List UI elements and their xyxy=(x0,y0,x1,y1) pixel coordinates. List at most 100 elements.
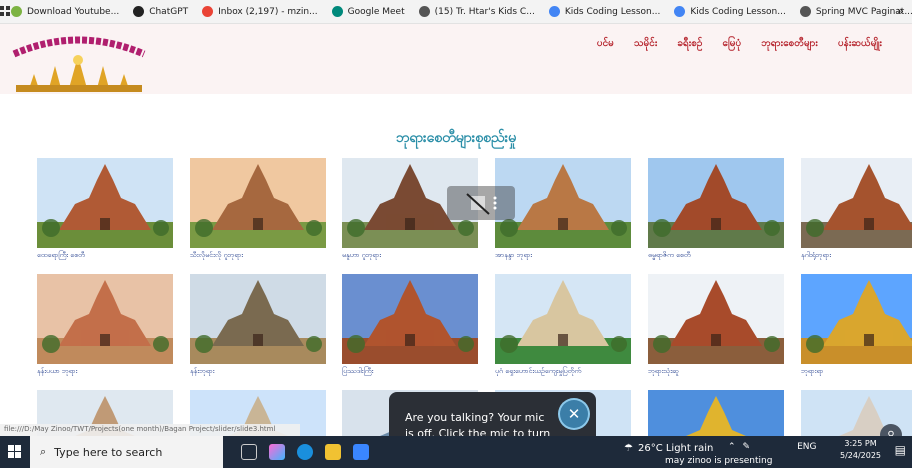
pagoda-card[interactable]: ထေရောကြီး စေတီ xyxy=(37,158,173,261)
time: 3:25 PM xyxy=(844,439,877,448)
nav-link[interactable]: သမိုင်း xyxy=(634,36,657,51)
store-icon[interactable] xyxy=(353,444,369,460)
rain-cloud-icon: ☂ xyxy=(624,443,633,454)
bookmark-item[interactable]: Download Youtube... xyxy=(11,6,119,17)
windows-icon xyxy=(8,445,21,458)
video-overlay[interactable] xyxy=(447,186,515,220)
copilot-icon[interactable] xyxy=(269,444,285,460)
globe-icon xyxy=(418,6,430,17)
pagoda-photo[interactable] xyxy=(648,158,784,248)
pagoda-caption[interactable]: ဘုရားရာ xyxy=(801,367,912,377)
bookmark-item[interactable]: ChatGPT xyxy=(133,6,188,17)
apps-grid-icon[interactable] xyxy=(0,6,11,17)
pagoda-caption[interactable]: ဓမ္မရာဇိက စေတီ xyxy=(648,251,784,261)
pagoda-card[interactable]: ဘုရားသုံးဆူ xyxy=(648,274,784,377)
system-tray: ⌃ ✎ ENG xyxy=(728,442,817,452)
pagoda-caption[interactable]: နဂါးရုံဘုရား xyxy=(801,251,912,261)
drive-icon xyxy=(674,6,686,17)
gmail-icon xyxy=(202,6,214,17)
weather-widget[interactable]: ☂ 26°C Light rain xyxy=(624,443,713,454)
bookmarks-bar: Download Youtube... ChatGPT Inbox (2,197) … xyxy=(0,0,912,24)
taskbar: ⌕ Type here to search xyxy=(0,436,912,468)
bookmark-label: ChatGPT xyxy=(149,6,189,17)
pagoda-photo[interactable] xyxy=(37,158,173,248)
bookmark-label: (15) Tr. Htar's Kids C... xyxy=(434,6,535,17)
bookmark-item[interactable]: Google Meet xyxy=(331,6,405,17)
main-nav: ပင်မ သမိုင်း ခရီးစဉ် မြေပုံ ဘုရားစေတီများ ပန်… xyxy=(597,36,882,51)
pagoda-photo[interactable] xyxy=(801,158,912,248)
bookmark-item[interactable]: (15) Tr. Htar's Kids C... xyxy=(418,6,535,17)
pagoda-photo[interactable] xyxy=(495,274,631,364)
search-placeholder: Type here to search xyxy=(54,445,163,459)
edge-icon[interactable] xyxy=(297,444,313,460)
nav-link[interactable]: ခရီးစဉ် xyxy=(677,36,702,51)
pagoda-card[interactable]: ဓမ္မရာဇိက စေတီ xyxy=(648,158,784,261)
google-meet-icon xyxy=(331,6,343,17)
clock[interactable]: 3:25 PM 5/24/2025 xyxy=(840,438,881,462)
start-button[interactable] xyxy=(0,436,30,468)
pagoda-caption[interactable]: မနူဟာ ဂူဘုရား xyxy=(342,251,478,261)
pagoda-caption[interactable]: ပုဂံ ရှေးဟောင်းယဉ်ကျေးမှုပြတိုက် xyxy=(495,367,631,377)
notification-icon[interactable]: ▤ xyxy=(895,443,906,457)
pagoda-card[interactable]: သီးလိုမင်းလို ဂူဘုရား xyxy=(190,158,326,261)
bookmark-label: Inbox (2,197) - mzin... xyxy=(218,6,318,17)
pagoda-caption[interactable]: ဘုရားသုံးဆူ xyxy=(648,367,784,377)
pagoda-caption[interactable]: ပြဿဒါးကြီး xyxy=(342,367,478,377)
task-view-icon[interactable] xyxy=(241,444,257,460)
nav-link[interactable]: မြေပုံ xyxy=(722,36,741,51)
pagoda-photo[interactable] xyxy=(190,158,326,248)
pagoda-card[interactable]: အာနန္ဒာ ဘုရား xyxy=(495,158,631,261)
pagoda-card[interactable]: နဂါးရုံဘုရား xyxy=(801,158,912,261)
nav-link[interactable]: ဘုရားစေတီများ xyxy=(761,36,818,51)
bookmark-item[interactable]: Inbox (2,197) - mzin... xyxy=(202,6,318,17)
pagoda-photo[interactable] xyxy=(648,274,784,364)
nav-link[interactable]: ပန်းဆယ်မျိုး xyxy=(838,36,882,51)
pagoda-photo[interactable] xyxy=(342,274,478,364)
language-indicator[interactable]: ENG xyxy=(797,442,816,452)
pagoda-caption[interactable]: အာနန္ဒာ ဘုရား xyxy=(495,251,631,261)
pagoda-card[interactable]: နန်းဘုရား xyxy=(190,274,326,377)
bookmark-item[interactable]: Spring MVC Paginat... xyxy=(799,6,912,17)
pagoda-caption[interactable]: နန်းဘုရား xyxy=(190,367,326,377)
pagoda-photo[interactable] xyxy=(801,274,912,364)
bookmarks-overflow-icon[interactable]: » xyxy=(897,4,904,18)
pagoda-caption[interactable]: သီးလိုမင်းလို ဂူဘုရား xyxy=(190,251,326,261)
status-bar-url: file:///D:/May Zinoo/TWT/Projects(one mo… xyxy=(0,424,300,436)
pagoda-photo[interactable] xyxy=(37,274,173,364)
bookmark-label: Google Meet xyxy=(347,6,405,17)
pagoda-photo[interactable] xyxy=(648,390,784,436)
globe-icon xyxy=(799,6,811,17)
bookmark-item[interactable]: Kids Coding Lesson... xyxy=(548,6,661,17)
chevron-up-icon[interactable]: ⌃ xyxy=(728,442,736,452)
youtube-download-icon xyxy=(11,6,22,17)
pagoda-card[interactable]: ဘုရားရာ xyxy=(801,274,912,377)
bookmark-label: Kids Coding Lesson... xyxy=(690,6,786,17)
mic-off-icon[interactable]: ✎ xyxy=(743,442,751,452)
site-header: ပင်မ သမိုင်း ခရီးစဉ် မြေပုံ ဘုရားစေတီများ ပန်… xyxy=(0,24,912,94)
pagoda-card[interactable]: ပုဂံ ရှေးဟောင်းယဉ်ကျေးမှုပြတိုက် xyxy=(495,274,631,377)
toast-close-button[interactable]: ✕ xyxy=(560,400,588,428)
search-icon: ⌕ xyxy=(40,445,47,458)
page-title: ဘုရားစေတီများစုစည်းမှု xyxy=(395,130,517,146)
taskbar-search[interactable]: ⌕ Type here to search xyxy=(30,436,223,468)
pagoda-card[interactable] xyxy=(648,390,784,436)
pagoda-photo[interactable] xyxy=(190,274,326,364)
presenting-label: may zinoo is presenting xyxy=(665,456,773,466)
pagoda-caption[interactable]: ထေရောကြီး စေတီ xyxy=(37,251,173,261)
pagoda-photo[interactable] xyxy=(495,158,631,248)
close-icon: ✕ xyxy=(567,405,581,423)
web-page: ပင်မ သမိုင်း ခရီးစဉ် မြေပုံ ဘုရားစေတီများ ပန်… xyxy=(0,24,912,436)
drive-icon xyxy=(548,6,560,17)
file-explorer-icon[interactable] xyxy=(325,444,341,460)
weather-text: 26°C Light rain xyxy=(637,443,714,454)
pagoda-caption[interactable]: နန်းပယာ ဘုရား xyxy=(37,367,173,377)
bookmark-item[interactable]: Kids Coding Lesson... xyxy=(674,6,786,17)
chatgpt-icon xyxy=(133,6,145,17)
nav-link[interactable]: ပင်မ xyxy=(597,36,614,51)
pagoda-card[interactable]: နန်းပယာ ဘုရား xyxy=(37,274,173,377)
pagoda-card[interactable]: ပြဿဒါးကြီး xyxy=(342,274,478,377)
bookmark-label: Download Youtube... xyxy=(27,6,120,17)
date: 5/24/2025 xyxy=(840,451,882,460)
site-logo[interactable] xyxy=(8,30,150,92)
bookmark-label: Kids Coding Lesson... xyxy=(564,6,661,17)
